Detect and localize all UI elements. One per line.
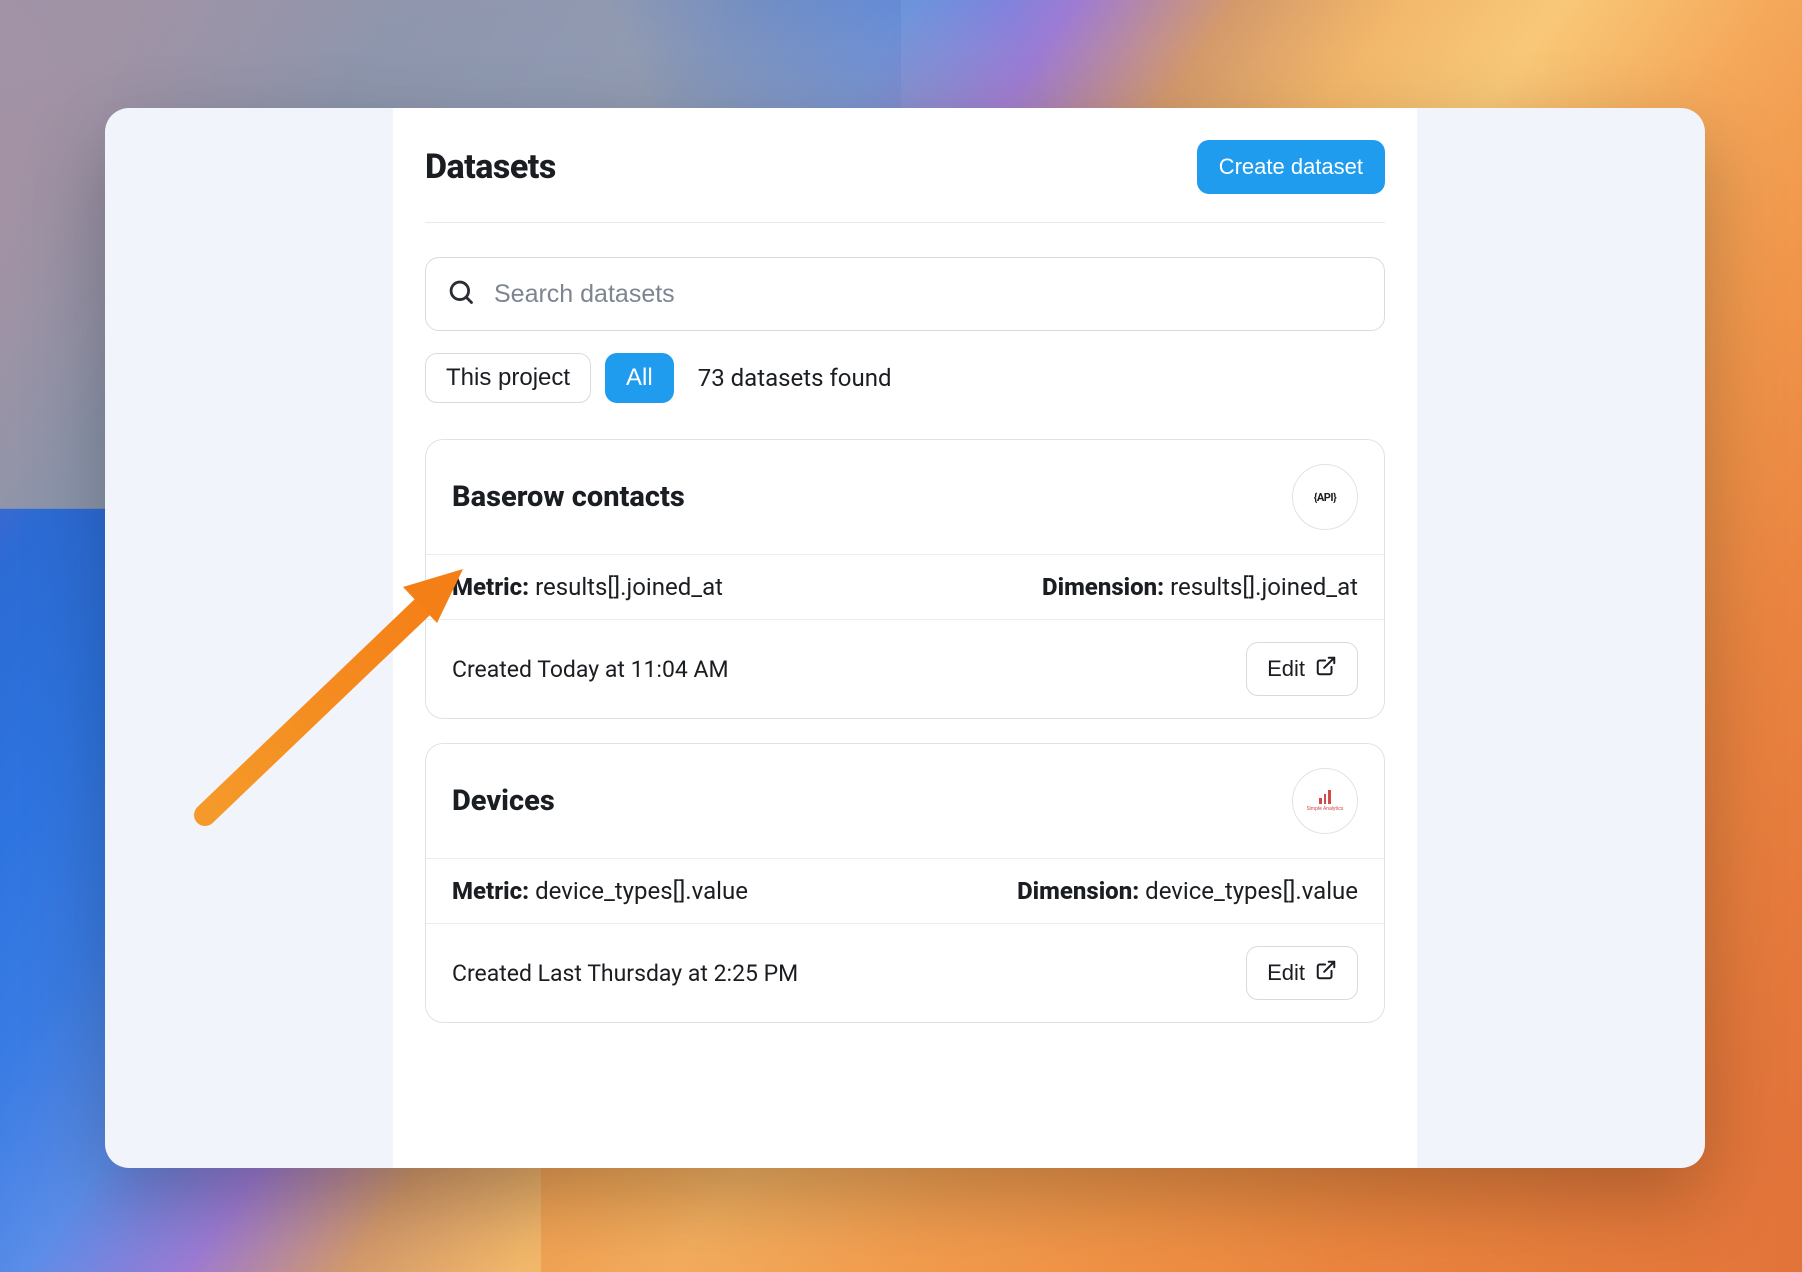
metric-field: Metric: device_types[].value [452,877,748,905]
create-dataset-button[interactable]: Create dataset [1197,140,1385,194]
dimension-value: results[].joined_at [1170,573,1358,601]
metric-value: results[].joined_at [535,573,723,601]
dimension-value: device_types[].value [1145,877,1358,905]
metric-value: device_types[].value [535,877,748,905]
source-badge-analytics: Simple Analytics [1292,768,1358,834]
created-timestamp: Created Today at 11:04 AM [452,656,729,683]
dimension-label: Dimension: [1042,573,1164,601]
panel-header: Datasets Create dataset [425,140,1385,223]
metric-field: Metric: results[].joined_at [452,573,723,601]
search-icon [447,278,475,310]
datasets-found-count: 73 datasets found [698,364,892,392]
dataset-card: Baserow contacts {API} Metric: results[]… [425,439,1385,719]
filter-all[interactable]: All [605,353,674,403]
created-timestamp: Created Last Thursday at 2:25 PM [452,960,798,987]
edit-button-label: Edit [1267,960,1305,986]
source-badge-api: {API} [1292,464,1358,530]
dataset-title: Baserow contacts [452,480,685,514]
edit-dataset-button[interactable]: Edit [1246,946,1358,1000]
dataset-card-body: Metric: device_types[].value Dimension: … [426,858,1384,924]
dimension-field: Dimension: device_types[].value [1017,877,1358,905]
dataset-card-body: Metric: results[].joined_at Dimension: r… [426,554,1384,620]
app-window: Datasets Create dataset This project All… [105,108,1705,1168]
metric-label: Metric: [452,573,529,601]
edit-dataset-button[interactable]: Edit [1246,642,1358,696]
filter-this-project[interactable]: This project [425,353,591,403]
search-wrap [425,257,1385,331]
dataset-list: Baserow contacts {API} Metric: results[]… [425,439,1385,1023]
dataset-card-header: Baserow contacts {API} [426,440,1384,554]
dimension-label: Dimension: [1017,877,1139,905]
dataset-card-footer: Created Last Thursday at 2:25 PM Edit [426,924,1384,1022]
dataset-title: Devices [452,784,555,818]
filter-row: This project All 73 datasets found [425,353,1385,403]
datasets-panel: Datasets Create dataset This project All… [393,108,1417,1168]
dimension-field: Dimension: results[].joined_at [1042,573,1358,601]
api-icon: {API} [1314,491,1336,504]
page-title: Datasets [425,147,556,187]
edit-button-label: Edit [1267,656,1305,682]
dataset-card-header: Devices Simple Analytics [426,744,1384,858]
bar-chart-icon [1319,790,1331,804]
analytics-badge-label: Simple Analytics [1307,806,1344,812]
metric-label: Metric: [452,877,529,905]
search-input[interactable] [425,257,1385,331]
external-link-icon [1315,959,1337,987]
external-link-icon [1315,655,1337,683]
dataset-card: Devices Simple Analytics Metric: device_… [425,743,1385,1023]
dataset-card-footer: Created Today at 11:04 AM Edit [426,620,1384,718]
